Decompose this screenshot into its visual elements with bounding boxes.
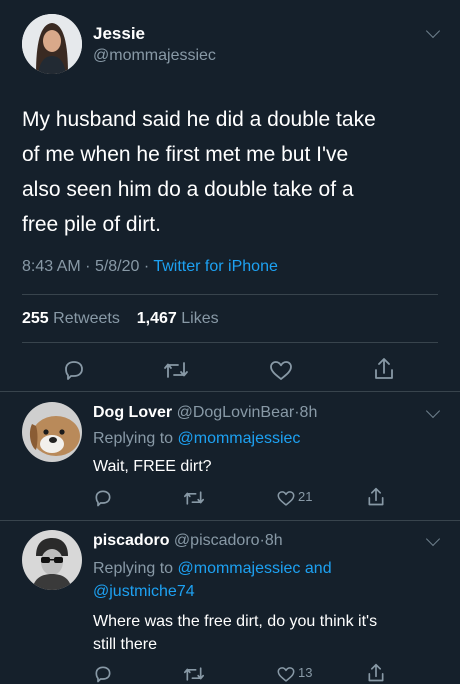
tweet-date[interactable]: 5/8/20 [95,258,139,275]
handle[interactable]: @piscadoro [174,532,260,549]
reply-text: Where was the free dirt, do you think it… [93,610,377,656]
tweet-stats: 255 Retweets 1,467 Likes [22,310,219,328]
tweet-text-line: also seen him do a double take of a [22,178,354,201]
display-name[interactable]: piscadoro [93,532,169,549]
reply-text-line: Where was the free dirt, do you think it… [93,613,378,630]
share-icon[interactable] [366,486,386,508]
mention-link[interactable]: @mommajessiec [178,560,301,577]
divider [22,342,438,343]
reply-time[interactable]: 8h [300,404,318,421]
likes-stat[interactable]: 1,467 Likes [137,310,219,327]
retweets-count: 255 [22,310,49,327]
handle[interactable]: @DogLovinBear [177,404,295,421]
divider [22,294,438,295]
like-count: 21 [298,489,313,504]
tweet-source[interactable]: Twitter for iPhone [153,258,278,275]
display-name[interactable]: Dog Lover [93,404,172,421]
chevron-down-icon[interactable] [425,23,441,39]
avatar[interactable] [22,402,82,462]
avatar-photo-icon [22,14,82,74]
tweet-text-line: free pile of dirt. [22,213,161,236]
likes-count: 1,467 [136,310,177,327]
reply-time[interactable]: 8h [265,532,283,549]
mention-link[interactable]: @mommajessiec [178,430,301,447]
like-icon[interactable] [276,488,296,508]
like-icon[interactable] [276,664,296,684]
mention-and: and [304,560,332,577]
retweets-label: Retweets [53,310,120,327]
divider [0,520,460,521]
retweet-icon[interactable] [183,488,205,508]
likes-label: Likes [181,310,219,327]
tweet-text: My husband said he did a double take of … [22,102,376,242]
avatar[interactable] [22,530,82,590]
reply-icon[interactable] [93,664,113,684]
retweet-icon[interactable] [163,358,189,382]
replying-to: Replying to @mommajessiec and @justmiche… [93,557,332,603]
tweet-time[interactable]: 8:43 AM [22,258,81,275]
separator: · [143,258,150,275]
handle[interactable]: @mommajessiec [93,47,216,65]
display-name[interactable]: Jessie [93,24,145,44]
reply-header: piscadoro @piscadoro·8h [93,532,283,550]
replying-to: Replying to @mommajessiec [93,430,300,448]
reply-text: Wait, FREE dirt? [93,458,212,475]
like-count: 13 [298,665,313,680]
share-icon[interactable] [372,356,396,382]
separator: · [85,258,91,275]
replying-to-label: Replying to [93,430,174,447]
share-icon[interactable] [366,662,386,684]
retweet-icon[interactable] [183,664,205,684]
person-avatar-icon [22,530,82,590]
tweet-timestamp: 8:43 AM · 5/8/20 · Twitter for iPhone [22,258,278,276]
tweet-text-line: of me when he first met me but I've [22,143,349,166]
mention-link[interactable]: @justmiche74 [93,580,332,603]
chevron-down-icon[interactable] [425,531,441,547]
reply-text-line: still there [93,636,158,653]
avatar[interactable] [22,14,82,74]
like-icon[interactable] [268,358,294,382]
replying-to-label: Replying to [93,560,174,577]
divider [0,391,460,392]
reply-icon[interactable] [62,358,86,382]
chevron-down-icon[interactable] [425,403,441,419]
reply-icon[interactable] [93,488,113,508]
reply-header: Dog Lover @DogLovinBear·8h [93,404,317,422]
dog-avatar-icon [22,402,82,462]
retweets-stat[interactable]: 255 Retweets [22,310,124,327]
tweet-text-line: My husband said he did a double take [22,108,376,131]
